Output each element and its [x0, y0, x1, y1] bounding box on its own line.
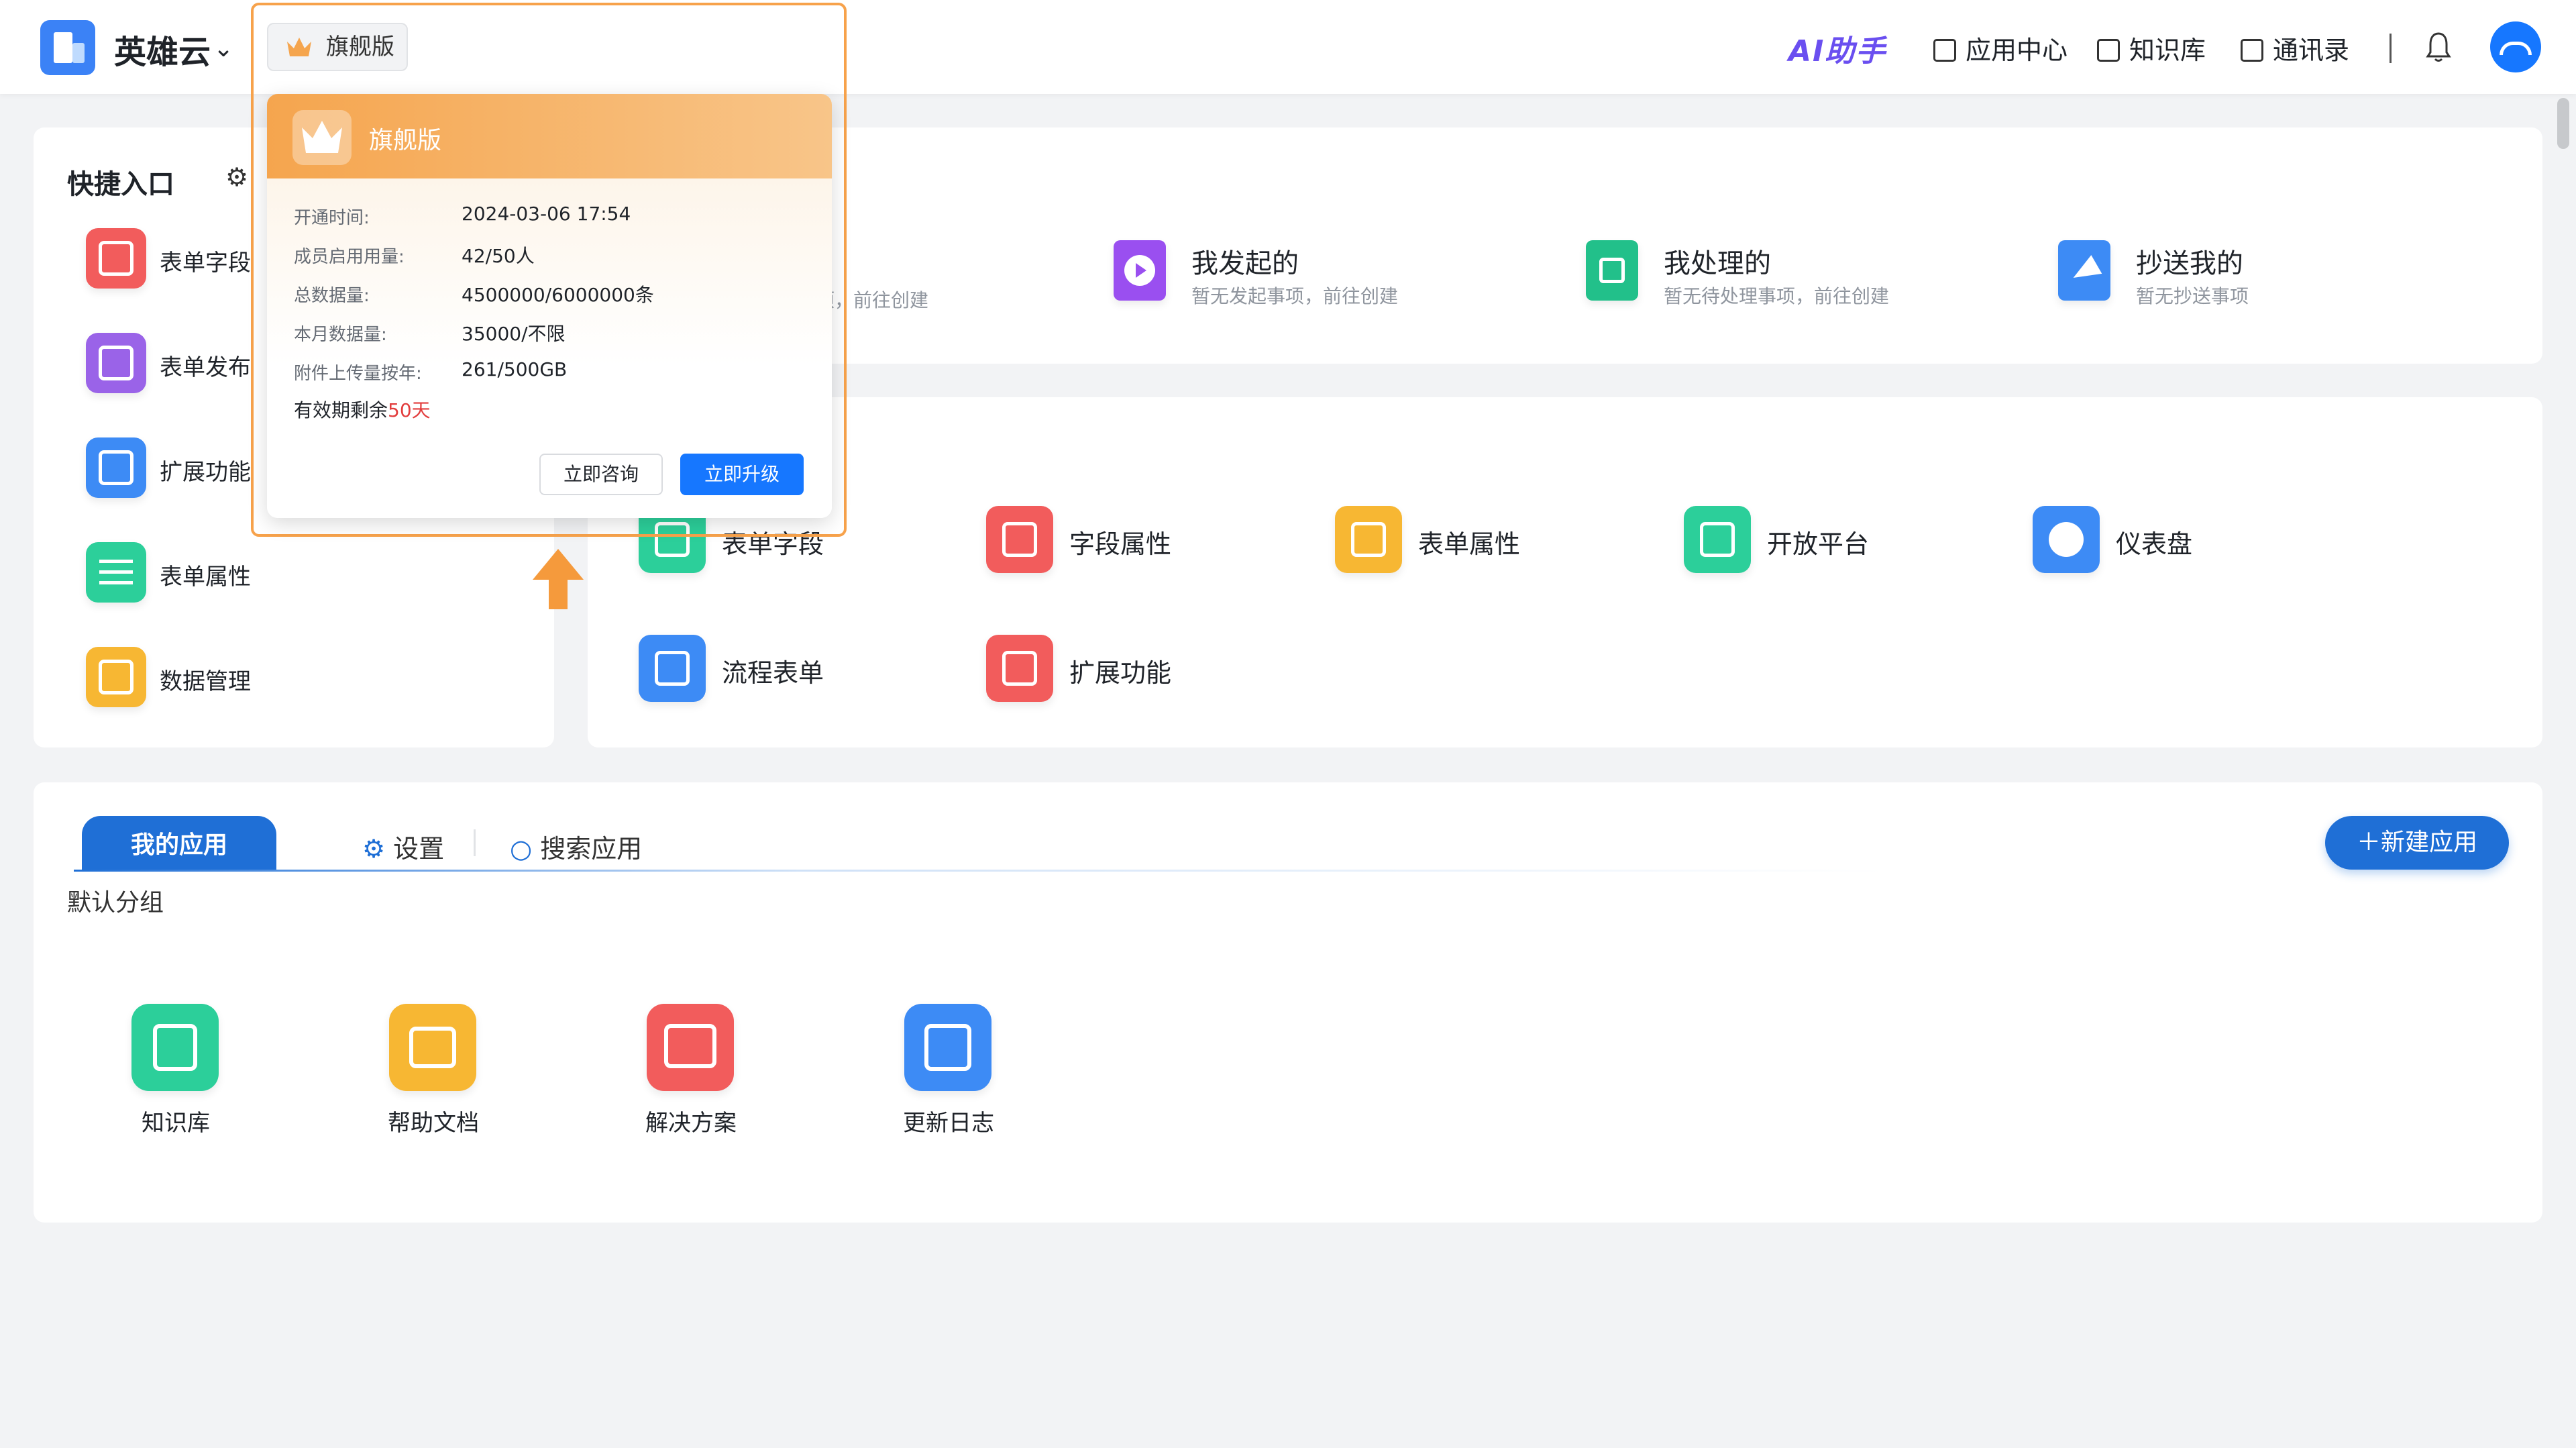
plan-row-value: 2024-03-06 17:54	[462, 203, 631, 225]
tab-settings[interactable]: ⚙ 设置	[362, 828, 444, 865]
plus-icon: ＋	[2356, 829, 2381, 856]
app-logo-icon[interactable]	[40, 20, 95, 75]
calendar-icon	[904, 1004, 991, 1091]
plan-row-label: 成员启用用量:	[294, 247, 405, 267]
pie-chart-icon	[2033, 506, 2100, 573]
scrollbar[interactable]	[2557, 98, 2569, 149]
plan-row-label: 总数据量:	[294, 286, 370, 306]
publish-icon	[86, 333, 146, 393]
send-icon	[2058, 240, 2110, 301]
plan-remaining-label: 有效期剩余	[294, 399, 388, 421]
ai-assistant-button[interactable]: AI助手	[1788, 27, 1886, 70]
nav-knowledge-base-label: 知识库	[2129, 36, 2206, 65]
gear-icon: ⚙	[362, 834, 386, 864]
app-label: 帮助文档	[388, 1110, 479, 1137]
quick-item-label: 表单属性	[160, 564, 251, 590]
tab-divider	[474, 829, 476, 856]
todo-sub: 暂无发起事项，前往创建	[1191, 285, 1399, 307]
chart-icon	[86, 647, 146, 707]
function-label: 流程表单	[722, 658, 824, 688]
bell-icon[interactable]	[2425, 31, 2452, 63]
gear-icon[interactable]: ⚙	[225, 162, 248, 192]
function-label: 表单属性	[1418, 529, 1521, 559]
function-label: 开放平台	[1767, 529, 1870, 559]
divider	[2390, 34, 2392, 63]
new-app-button[interactable]: ＋新建应用	[2325, 816, 2509, 870]
clipboard-icon	[986, 506, 1053, 573]
upgrade-button[interactable]: 立即升级	[680, 454, 804, 495]
browser-icon	[647, 1004, 734, 1091]
plan-row-label: 本月数据量:	[294, 325, 387, 345]
layout-icon	[1335, 506, 1402, 573]
plan-row-value: 35000/不限	[462, 323, 566, 345]
crown-icon	[287, 38, 311, 56]
tab-my-apps[interactable]: 我的应用	[82, 816, 276, 871]
tab-search-apps[interactable]: ○ 搜索应用	[510, 828, 642, 865]
archive-icon	[389, 1004, 476, 1091]
quick-item-label: 扩展功能	[160, 459, 251, 486]
functions-card: 表单字段 字段属性 表单属性 开放平台 仪表盘 流程表单 扩展功能	[588, 397, 2542, 747]
nav-app-center[interactable]: 应用中心	[1933, 30, 2068, 66]
mail-icon	[86, 437, 146, 498]
quick-entry-title: 快捷入口	[67, 169, 174, 200]
document-icon	[1586, 240, 1638, 301]
plan-popover-body: 开通时间: 2024-03-06 17:54 成员启用用量: 42/50人 总数…	[267, 178, 832, 518]
function-label: 字段属性	[1069, 529, 1172, 559]
plan-remaining: 有效期剩余50天	[294, 396, 431, 423]
tab-underline	[74, 870, 1885, 872]
knowledge-base-icon	[131, 1004, 219, 1091]
todo-sub: 暂无抄送事项	[2136, 285, 2249, 307]
plan-popover: 旗舰版 开通时间: 2024-03-06 17:54 成员启用用量: 42/50…	[267, 94, 832, 518]
plan-row-value: 42/50人	[462, 245, 535, 267]
consult-button[interactable]: 立即咨询	[539, 454, 663, 495]
nav-contacts[interactable]: 通讯录	[2241, 30, 2349, 66]
plan-popover-title: 旗舰版	[369, 127, 442, 154]
arrow-up-icon	[533, 549, 584, 609]
workspace-name[interactable]: 英雄云	[114, 25, 211, 72]
plan-row-value: 261/500GB	[462, 358, 568, 380]
quick-item-label: 数据管理	[160, 668, 251, 695]
store-icon	[1933, 39, 1956, 62]
quick-item-label: 表单字段	[160, 250, 251, 276]
book-icon	[2097, 39, 2120, 62]
todo-sub: 暂无待处理事项，前往创建	[1664, 285, 1890, 307]
group-label: 默认分组	[67, 889, 164, 917]
nav-app-center-label: 应用中心	[1966, 36, 2068, 65]
tab-settings-label: 设置	[393, 834, 445, 864]
play-icon	[1114, 240, 1166, 301]
todo-title: 我发起的	[1191, 248, 1299, 279]
chevron-down-icon[interactable]: ⌄	[213, 35, 233, 62]
todo-card: 项，前往创建 我发起的 暂无发起事项，前往创建 我处理的 暂无待处理事项，前往创…	[588, 127, 2542, 364]
plan-row-label: 附件上传量按年:	[294, 364, 422, 384]
nav-knowledge-base[interactable]: 知识库	[2097, 30, 2206, 66]
plan-row-label: 开通时间:	[294, 208, 370, 228]
plan-remaining-days: 50天	[388, 399, 431, 421]
quick-item-label: 表单发布	[160, 354, 251, 381]
function-label: 仪表盘	[2116, 529, 2193, 559]
contacts-icon	[2241, 39, 2263, 62]
list-icon	[86, 542, 146, 603]
nav-contacts-label: 通讯录	[2273, 36, 2350, 65]
tab-search-label: 搜索应用	[540, 834, 643, 864]
new-app-label: 新建应用	[2381, 829, 2478, 856]
app-label: 知识库	[142, 1110, 210, 1137]
search-icon: ○	[510, 834, 533, 864]
todo-title: 我处理的	[1664, 248, 1771, 279]
browser-icon	[986, 635, 1053, 702]
app-label: 更新日志	[903, 1110, 994, 1137]
trend-icon	[1684, 506, 1751, 573]
avatar[interactable]	[2490, 21, 2541, 72]
plan-row-value: 4500000/6000000条	[462, 284, 654, 306]
todo-title: 抄送我的	[2136, 248, 2243, 279]
flow-icon	[639, 635, 706, 702]
plan-badge-label: 旗舰版	[326, 34, 394, 60]
function-label: 扩展功能	[1069, 658, 1172, 688]
crown-icon	[292, 110, 352, 165]
app-label: 解决方案	[645, 1110, 737, 1137]
clipboard-icon	[86, 228, 146, 289]
plan-badge[interactable]: 旗舰版	[267, 23, 408, 71]
plan-popover-header: 旗舰版	[267, 94, 832, 178]
